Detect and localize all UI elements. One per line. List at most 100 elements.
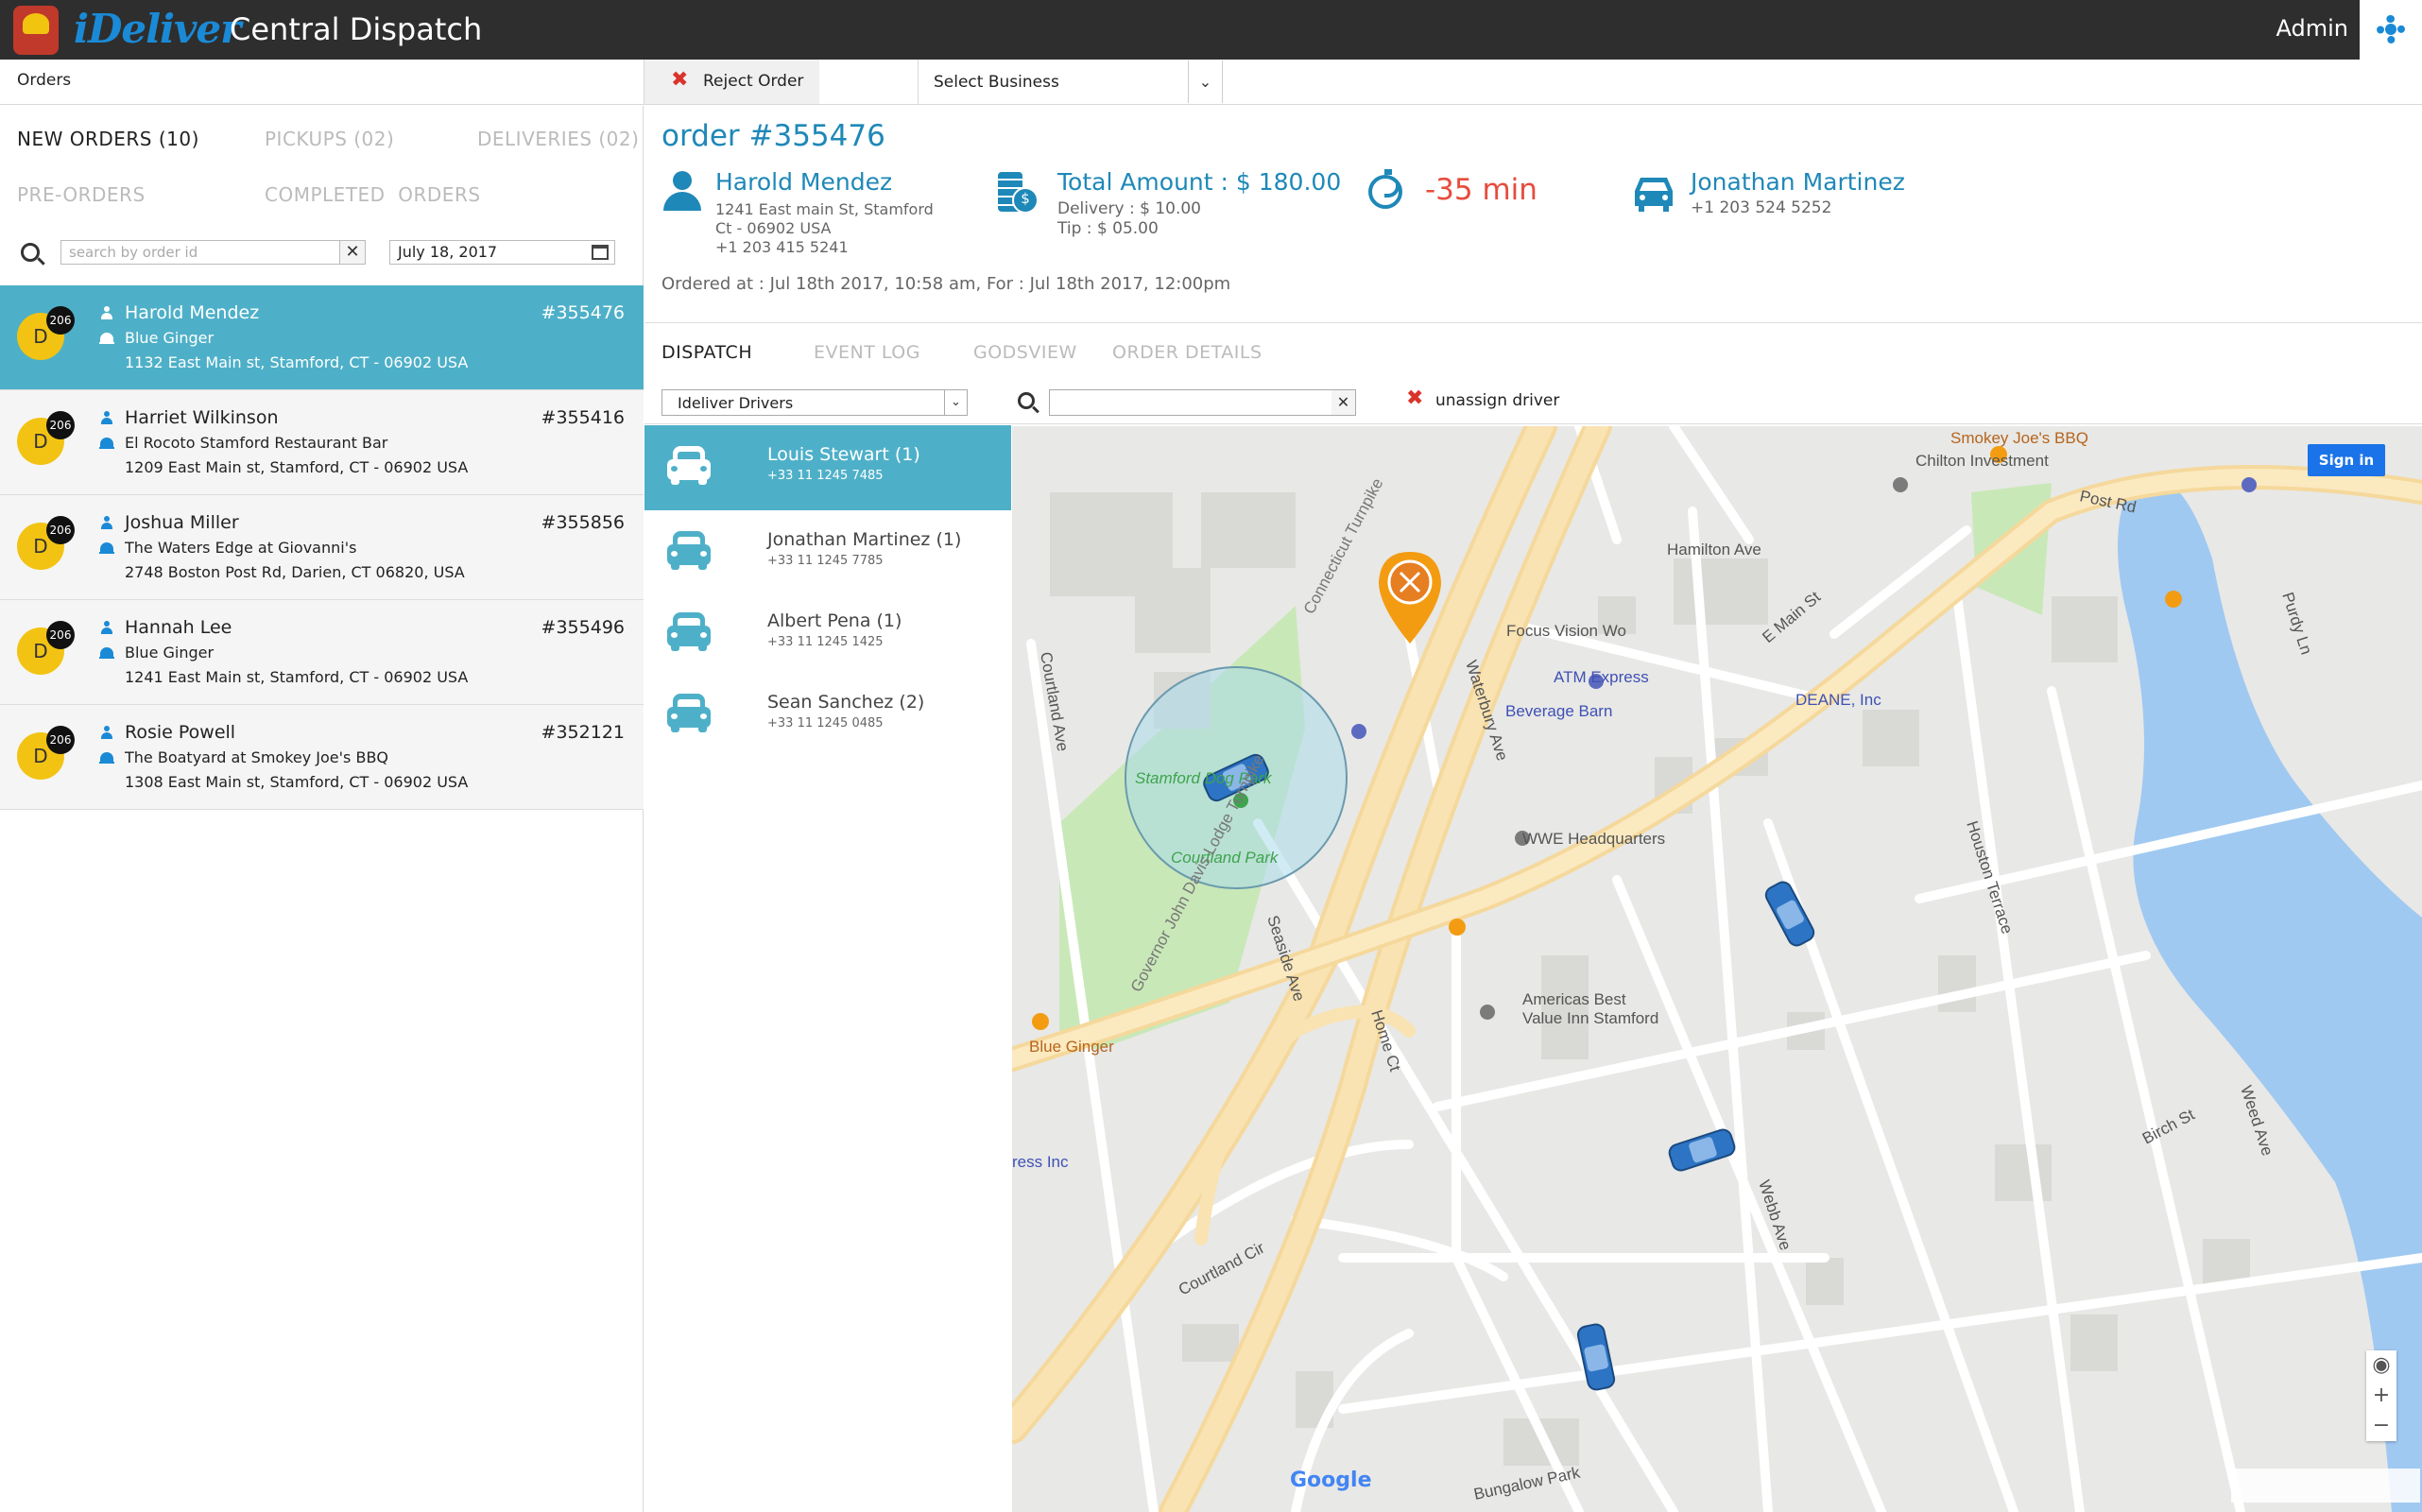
assigned-driver-name[interactable]: Jonathan Martinez <box>1691 168 1905 196</box>
customer-icon <box>663 171 701 213</box>
tab-deliveries[interactable]: DELIVERIES (02) <box>477 128 639 150</box>
driver-phone: +33 11 1245 0485 <box>767 716 884 730</box>
dispatch-map[interactable]: Smokey Joe's BBQ Chilton Investment Hami… <box>1012 426 2422 1512</box>
count-badge: 206 <box>46 726 75 754</box>
date-picker[interactable]: July 18, 2017 <box>389 240 615 265</box>
calendar-icon[interactable] <box>592 245 609 260</box>
zoom-in-button[interactable]: + <box>2366 1381 2396 1411</box>
order-row[interactable]: D 206 Hannah Lee Blue Ginger 1241 East M… <box>0 600 644 705</box>
map-label: Smokey Joe's BBQ <box>1950 429 2088 447</box>
map-label: Bungalow Park <box>1472 1463 1582 1503</box>
order-row[interactable]: D 206 Harold Mendez Blue Ginger 1132 Eas… <box>0 285 644 390</box>
driver-phone: +33 11 1245 7785 <box>767 554 884 568</box>
chevron-down-icon[interactable]: ⌄ <box>1188 60 1222 103</box>
order-id: #355476 <box>541 302 625 323</box>
order-id: #352121 <box>541 722 625 743</box>
restaurant-marker[interactable] <box>1379 552 1441 644</box>
tab-pre-orders[interactable]: PRE-ORDERS <box>17 183 146 206</box>
tab-pickups[interactable]: PICKUPS (02) <box>265 128 394 150</box>
tip-amount: Tip : $ 05.00 <box>1057 219 1159 238</box>
map-label: Courtland Cir <box>1176 1239 1268 1299</box>
order-business: The Waters Edge at Giovanni's <box>125 539 357 557</box>
order-search-input[interactable] <box>60 240 366 265</box>
driver-name: Louis Stewart (1) <box>767 444 920 465</box>
driver-item[interactable]: Albert Pena (1) +33 11 1245 1425 <box>644 592 1011 673</box>
tab-godsview[interactable]: GODSVIEW <box>973 342 1077 363</box>
driver-car-marker[interactable] <box>1763 879 1817 948</box>
map-label: ress Inc <box>1012 1153 1069 1171</box>
order-business: Blue Ginger <box>125 644 215 662</box>
order-address: 1308 East Main st, Stamford, CT - 06902 … <box>125 773 469 791</box>
order-business: Blue Ginger <box>125 329 215 347</box>
search-icon <box>21 243 40 262</box>
order-customer-name: Joshua Miller <box>125 512 239 533</box>
unassign-icon[interactable]: ✖ <box>1406 387 1423 410</box>
order-business: The Boatyard at Smokey Joe's BBQ <box>125 748 389 766</box>
business-select[interactable]: Select Business ⌄ <box>919 60 1223 103</box>
reject-order-button[interactable]: ✖ Reject Order <box>644 60 819 104</box>
driver-item[interactable]: Sean Sanchez (2) +33 11 1245 0485 <box>644 673 1011 754</box>
user-menu[interactable]: Admin <box>2276 15 2349 42</box>
google-logo: Google <box>1290 1469 1372 1492</box>
driver-phone: +33 11 1245 7485 <box>767 469 884 483</box>
map-type-control[interactable] <box>2231 1469 2420 1503</box>
map-label: Hamilton Ave <box>1667 541 1761 558</box>
count-badge: 206 <box>46 411 75 439</box>
tab-new-orders[interactable]: NEW ORDERS (10) <box>17 128 199 150</box>
order-address: 1209 East Main st, Stamford, CT - 06902 … <box>125 458 469 476</box>
order-row[interactable]: D 206 Rosie Powell The Boatyard at Smoke… <box>0 705 644 810</box>
order-customer-name: Harriet Wilkinson <box>125 407 279 428</box>
driver-name: Albert Pena (1) <box>767 610 902 631</box>
driver-search-input[interactable] <box>1049 389 1332 416</box>
ordered-at: Ordered at : Jul 18th 2017, 10:58 am, Fo… <box>661 274 1231 294</box>
car-icon <box>667 612 711 651</box>
map-label: Blue Ginger <box>1029 1038 1114 1056</box>
driver-list: Louis Stewart (1) +33 11 1245 7485 Jonat… <box>644 425 1011 1512</box>
order-row[interactable]: D 206 Harriet Wilkinson El Rocoto Stamfo… <box>0 390 644 495</box>
order-address: 1241 East Main st, Stamford, CT - 06902 … <box>125 668 469 686</box>
order-row[interactable]: D 206 Joshua Miller The Waters Edge at G… <box>0 495 644 600</box>
customer-address-line1: 1241 East main St, Stamford <box>715 200 934 218</box>
person-icon <box>101 306 112 319</box>
tab-completed-orders[interactable]: COMPLETED ORDERS <box>265 183 481 206</box>
orders-panel: NEW ORDERS (10) PICKUPS (02) DELIVERIES … <box>0 106 644 1512</box>
map-label: Chilton Investment <box>1915 452 2049 470</box>
map-label: E Main St <box>1759 588 1824 646</box>
map-label: DEANE, Inc <box>1795 691 1881 709</box>
driver-phone: +33 11 1245 1425 <box>767 635 884 649</box>
my-location-icon[interactable]: ◉ <box>2366 1350 2396 1381</box>
order-customer-name: Rosie Powell <box>125 722 236 743</box>
order-address: 2748 Boston Post Rd, Darien, CT 06820, U… <box>125 563 465 581</box>
order-list: D 206 Harold Mendez Blue Ginger 1132 Eas… <box>0 285 644 810</box>
settings-button[interactable] <box>2360 0 2422 60</box>
car-icon <box>667 694 711 732</box>
driver-group-select[interactable]: Ideliver Drivers ⌄ <box>661 389 968 416</box>
order-customer-name: Harold Mendez <box>125 302 260 323</box>
driver-car-marker[interactable] <box>1667 1127 1736 1173</box>
clear-driver-search-button[interactable]: ✕ <box>1331 389 1356 416</box>
dispatch-tabs: DISPATCH EVENT LOG GODSVIEW ORDER DETAIL… <box>644 323 2422 424</box>
driver-item[interactable]: Jonathan Martinez (1) +33 11 1245 7785 <box>644 510 1011 592</box>
top-bar: iDeliver Central Dispatch Admin <box>0 0 2422 60</box>
map-label: Purdy Ln <box>2278 590 2315 657</box>
driver-item[interactable]: Louis Stewart (1) +33 11 1245 7485 <box>644 425 1011 510</box>
map-sign-in-button[interactable]: Sign in <box>2308 444 2385 476</box>
zoom-out-button[interactable]: − <box>2366 1411 2396 1441</box>
order-id: #355416 <box>541 407 625 428</box>
map-label: Value Inn Stamford <box>1522 1009 1658 1027</box>
map-canvas[interactable]: Smokey Joe's BBQ Chilton Investment Hami… <box>1012 426 2422 1512</box>
tab-dispatch[interactable]: DISPATCH <box>661 342 752 363</box>
total-amount: Total Amount : $ 180.00 <box>1057 168 1342 196</box>
map-zoom-control: ◉ + − <box>2366 1350 2396 1441</box>
tab-event-log[interactable]: EVENT LOG <box>814 342 920 363</box>
driver-car-marker[interactable] <box>1576 1323 1616 1391</box>
tab-order-details[interactable]: ORDER DETAILS <box>1112 342 1263 363</box>
unassign-driver-button[interactable]: unassign driver <box>1435 391 1559 410</box>
clear-search-button[interactable]: ✕ <box>339 241 365 264</box>
map-label: Beverage Barn <box>1505 702 1612 720</box>
driver-name: Sean Sanchez (2) <box>767 692 925 713</box>
map-label: Focus Vision Wo <box>1506 622 1626 640</box>
service-bell-icon <box>99 542 114 554</box>
person-icon <box>101 516 112 529</box>
chevron-down-icon[interactable]: ⌄ <box>944 390 967 415</box>
